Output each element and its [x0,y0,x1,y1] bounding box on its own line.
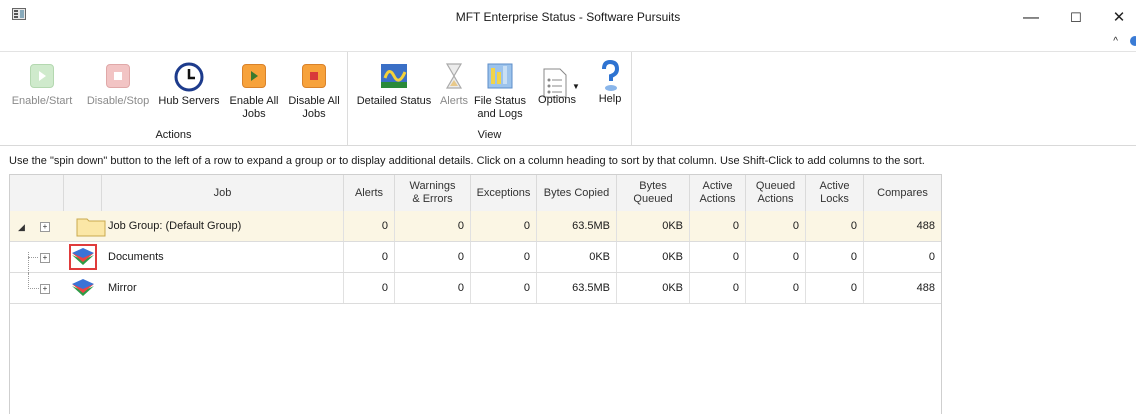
window-title: MFT Enterprise Status - Software Pursuit… [455,10,681,24]
instruction-text: Use the "spin down" button to the left o… [9,155,925,167]
bytes-copied-value: 63.5MB [537,273,617,303]
close-button[interactable]: ✕ [1099,4,1136,32]
column-header-exceptions[interactable]: Exceptions [471,175,537,211]
exceptions-value: 0 [471,242,537,272]
expander-column-header[interactable] [10,175,64,211]
job-layers-icon [72,279,94,296]
stop-all-icon [302,64,326,88]
grid-header: Job Alerts Warnings & Errors Exceptions … [10,175,941,212]
job-name: Mirror [102,273,344,303]
expand-icon[interactable]: + [40,222,50,232]
job-layers-icon [69,244,97,270]
table-row[interactable]: + Documents 0 0 0 0KB 0KB 0 0 0 0 [10,242,941,273]
alerts-button[interactable]: Alerts [436,58,472,108]
tree-line [28,252,37,273]
detailed-status-button[interactable]: Detailed Status [352,58,436,108]
queued-actions-value: 0 [746,211,806,241]
spin-down-button[interactable]: ◢ [18,222,25,233]
active-actions-value: 0 [690,273,746,303]
view-group-label: View [477,129,502,141]
collapse-ribbon-button[interactable]: ^ [1113,36,1118,47]
help-circle-icon[interactable] [1130,36,1136,46]
column-header-compares[interactable]: Compares [864,175,941,211]
options-button[interactable]: ▼ Options [532,58,582,107]
dropdown-arrow-icon: ▼ [572,82,580,91]
enable-all-jobs-button[interactable]: Enable All Jobs [225,58,283,121]
file-status-and-logs-button[interactable]: File Status and Logs [472,58,528,121]
column-header-active-actions[interactable]: Active Actions [690,175,746,211]
icon-column-header[interactable] [64,175,102,211]
column-header-queued-actions[interactable]: Queued Actions [746,175,806,211]
column-header-warnings-errors[interactable]: Warnings & Errors [395,175,471,211]
active-actions-value: 0 [690,242,746,272]
minimize-button[interactable]: — [1011,4,1051,32]
job-name: Documents [102,242,344,272]
disable-stop-button[interactable]: Disable/Stop [82,58,154,108]
tree-line [28,273,39,289]
expand-icon[interactable]: + [40,253,50,263]
warnings-value: 0 [395,211,471,241]
bytes-copied-value: 63.5MB [537,211,617,241]
active-locks-value: 0 [806,211,864,241]
enable-start-button[interactable]: Enable/Start [6,58,78,108]
alerts-value: 0 [344,273,395,303]
queued-actions-value: 0 [746,273,806,303]
ribbon: Enable/Start Disable/Stop Hub Servers En… [0,51,1136,146]
alerts-value: 0 [344,242,395,272]
bytes-queued-value: 0KB [617,211,690,241]
title-bar: MFT Enterprise Status - Software Pursuit… [0,0,1136,47]
table-row[interactable]: ◢ + Job Group: (Default Group) 0 0 0 63.… [10,211,941,242]
help-icon [602,60,620,91]
jobs-grid: Job Alerts Warnings & Errors Exceptions … [9,174,942,414]
compares-value: 488 [916,282,935,294]
bytes-queued-value: 0KB [617,242,690,272]
column-header-job[interactable]: Job [102,175,344,211]
exceptions-value: 0 [471,273,537,303]
warnings-value: 0 [395,242,471,272]
actions-group-label: Actions [155,129,192,141]
active-locks-value: 0 [806,273,864,303]
queued-actions-value: 0 [746,242,806,272]
maximize-button[interactable]: ☐ [1056,4,1096,32]
view-group: Detailed Status Alerts File Status and L… [348,52,632,145]
help-button[interactable]: Help [592,58,628,106]
warnings-value: 0 [395,273,471,303]
active-locks-value: 0 [806,242,864,272]
bytes-queued-value: 0KB [617,273,690,303]
actions-group: Enable/Start Disable/Stop Hub Servers En… [0,52,348,145]
compares-value: 488 [916,220,935,232]
play-all-icon [242,64,266,88]
table-row[interactable]: + Mirror 0 0 0 63.5MB 0KB 0 0 0 488 [10,273,941,304]
clock-icon [174,62,204,92]
hub-servers-button[interactable]: Hub Servers [156,58,222,108]
job-name: Job Group: (Default Group) [102,211,344,241]
column-header-bytes-queued[interactable]: Bytes Queued [617,175,690,211]
column-header-bytes-copied[interactable]: Bytes Copied [537,175,617,211]
play-icon [30,64,54,88]
bytes-copied-value: 0KB [537,242,617,272]
alerts-value: 0 [344,211,395,241]
expand-icon[interactable]: + [40,284,50,294]
active-actions-value: 0 [690,211,746,241]
detailed-status-icon [381,64,407,88]
disable-all-jobs-button[interactable]: Disable All Jobs [284,58,344,121]
exceptions-value: 0 [471,211,537,241]
column-header-alerts[interactable]: Alerts [344,175,395,211]
tree-line [28,257,38,258]
column-header-active-locks[interactable]: Active Locks [806,175,864,211]
hourglass-icon [445,63,463,89]
stop-icon [106,64,130,88]
compares-value: 0 [928,251,935,263]
file-status-icon [487,63,513,89]
